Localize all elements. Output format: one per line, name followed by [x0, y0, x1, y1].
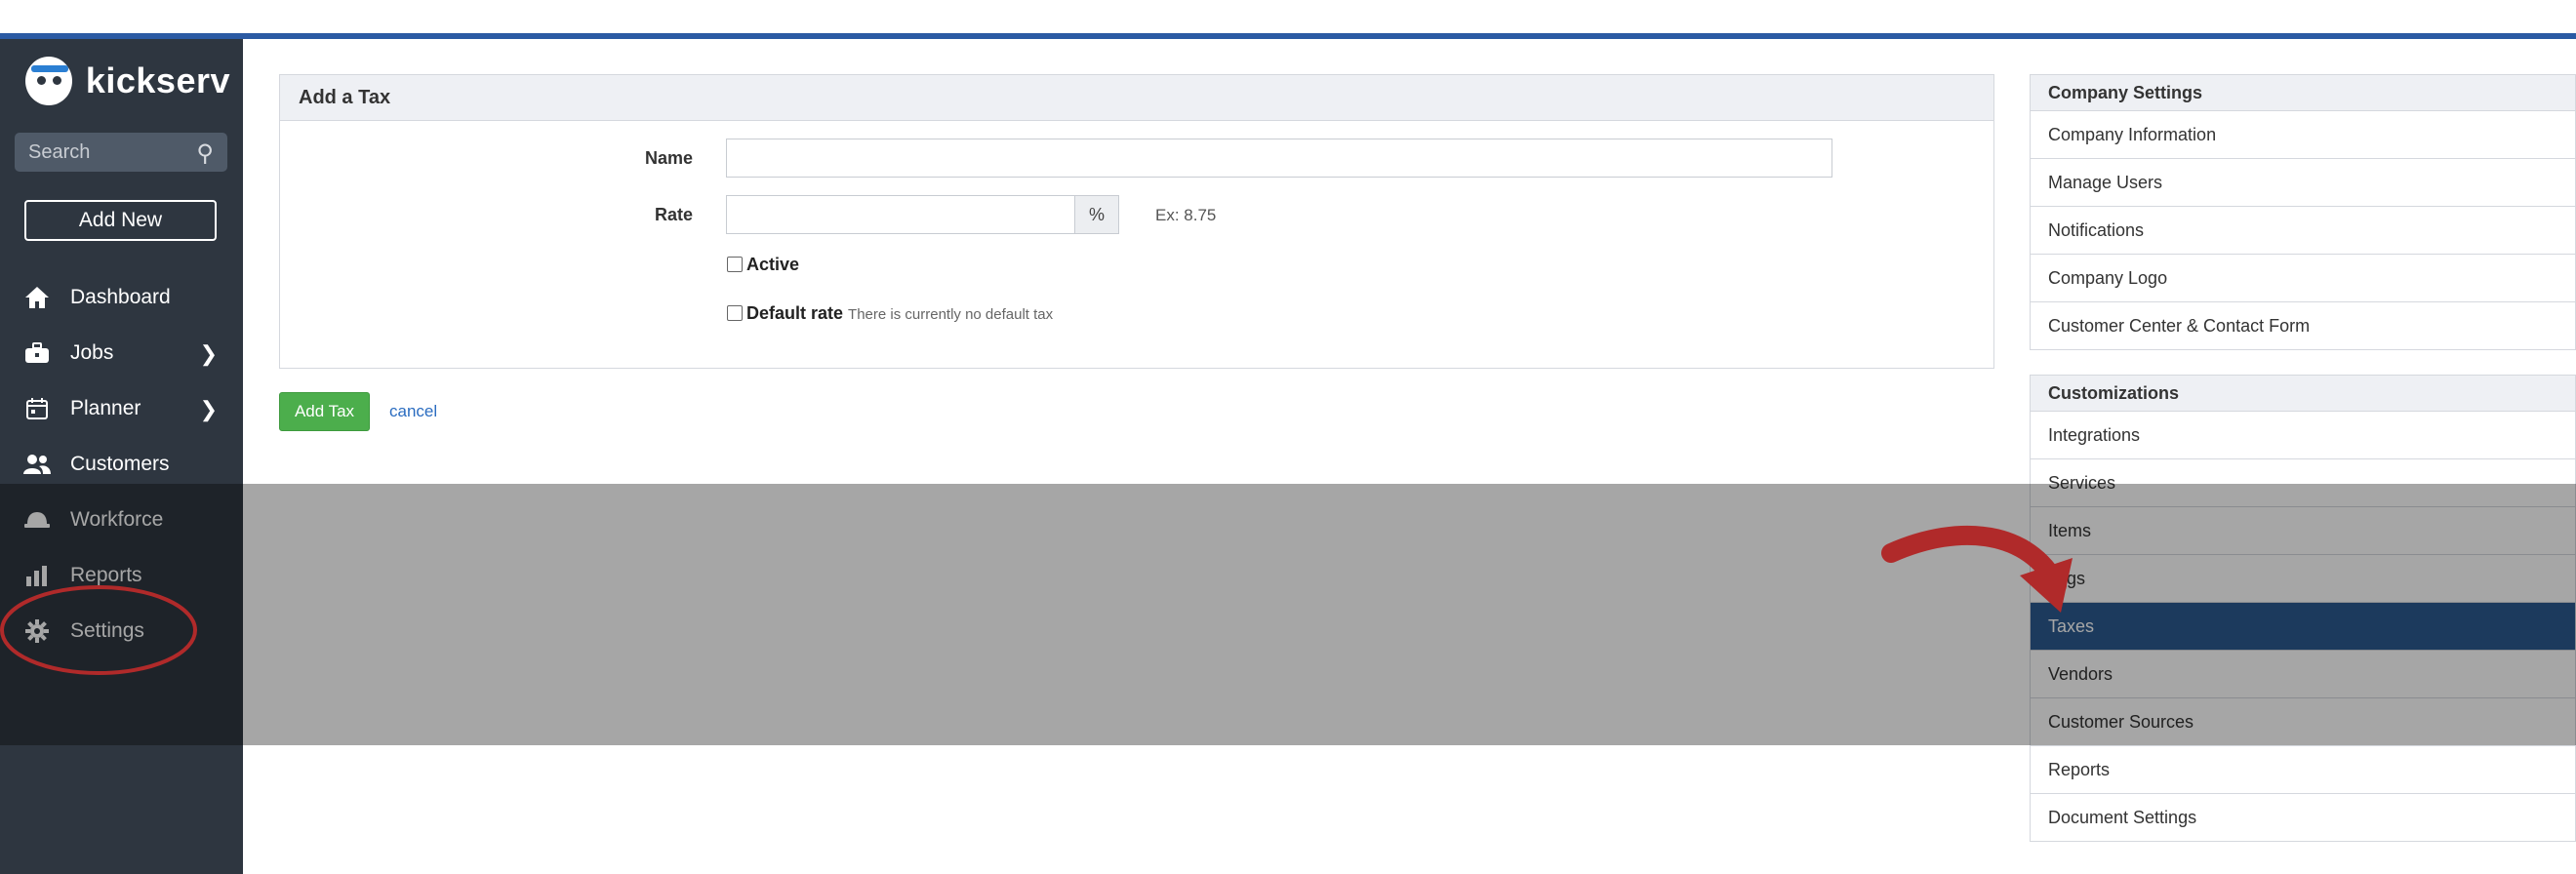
menu-item-company-information[interactable]: Company Information [2030, 111, 2576, 159]
menu-item-items[interactable]: Items [2030, 507, 2576, 555]
panel-title: Add a Tax [280, 75, 1993, 121]
rate-field[interactable] [726, 195, 1075, 234]
sidebar-item-customers[interactable]: Customers [0, 440, 243, 489]
default-rate-checkbox[interactable] [727, 305, 743, 321]
default-rate-label: Default rate There is currently no defau… [746, 303, 1053, 324]
rate-hint: Ex: 8.75 [1155, 206, 1217, 224]
briefcase-icon [23, 341, 51, 365]
sidebar-item-reports[interactable]: Reports [0, 551, 243, 600]
sidebar-item-label: Reports [70, 564, 142, 586]
search-icon[interactable]: ⚲ [196, 139, 214, 168]
sidebar-item-dashboard[interactable]: Dashboard [0, 273, 243, 322]
sidebar-item-workforce[interactable]: Workforce [0, 496, 243, 544]
rate-label: Rate [654, 205, 693, 224]
active-label: Active [746, 255, 800, 274]
chevron-right-icon: ❯ [199, 341, 218, 366]
search-box: ⚲ [15, 133, 227, 172]
menu-item-customer-center[interactable]: Customer Center & Contact Form [2030, 302, 2576, 350]
menu-item-reports[interactable]: Reports [2030, 746, 2576, 794]
menu-item-vendors[interactable]: Vendors [2030, 651, 2576, 698]
name-label: Name [644, 148, 693, 168]
top-accent-line [0, 33, 2576, 39]
chevron-right-icon: ❯ [199, 397, 218, 421]
cancel-link[interactable]: cancel [389, 402, 437, 421]
users-icon [23, 454, 51, 475]
sidebar-item-label: Customers [70, 453, 170, 475]
hardhat-icon [23, 510, 51, 530]
menu-item-manage-users[interactable]: Manage Users [2030, 159, 2576, 207]
menu-item-company-logo[interactable]: Company Logo [2030, 255, 2576, 302]
gear-icon [23, 619, 51, 643]
sidebar-item-jobs[interactable]: Jobs ❯ [0, 329, 243, 377]
menu-item-taxes[interactable]: Taxes [2030, 603, 2576, 651]
logo[interactable]: kickserv [25, 57, 230, 105]
menu-item-customer-sources[interactable]: Customer Sources [2030, 698, 2576, 746]
logo-mark-icon [25, 57, 72, 105]
sidebar-item-settings[interactable]: Settings [0, 607, 243, 656]
add-tax-button[interactable]: Add Tax [279, 392, 370, 431]
top-bar [0, 0, 2576, 33]
search-input[interactable] [15, 139, 196, 165]
sidebar: kickserv ⚲ Add New Dashboard Jobs ❯ Plan… [0, 39, 243, 874]
brand-name: kickserv [85, 60, 230, 100]
name-field[interactable] [726, 139, 1832, 178]
add-tax-panel: Add a Tax Name Rate % Ex: 8.75 Active De… [279, 74, 1994, 369]
menu-item-integrations[interactable]: Integrations [2030, 412, 2576, 459]
menu-item-notifications[interactable]: Notifications [2030, 207, 2576, 255]
sidebar-item-label: Planner [70, 397, 141, 419]
sidebar-item-label: Settings [70, 619, 144, 642]
calendar-icon [23, 397, 51, 420]
menu-item-tags[interactable]: Tags [2030, 555, 2576, 603]
active-checkbox[interactable] [727, 257, 743, 272]
sidebar-item-label: Dashboard [70, 286, 171, 308]
sidebar-item-label: Jobs [70, 341, 114, 364]
default-rate-text: Default rate [746, 303, 844, 323]
customizations-heading: Customizations [2030, 375, 2576, 412]
sidebar-item-label: Workforce [70, 508, 164, 531]
add-new-button[interactable]: Add New [24, 200, 217, 241]
sidebar-item-planner[interactable]: Planner ❯ [0, 384, 243, 433]
bar-chart-icon [23, 565, 51, 586]
menu-item-services[interactable]: Services [2030, 459, 2576, 507]
home-icon [23, 286, 51, 309]
default-rate-note: There is currently no default tax [848, 306, 1054, 323]
menu-item-document-settings[interactable]: Document Settings [2030, 794, 2576, 842]
percent-addon: % [1074, 195, 1119, 234]
company-settings-heading: Company Settings [2030, 74, 2576, 111]
